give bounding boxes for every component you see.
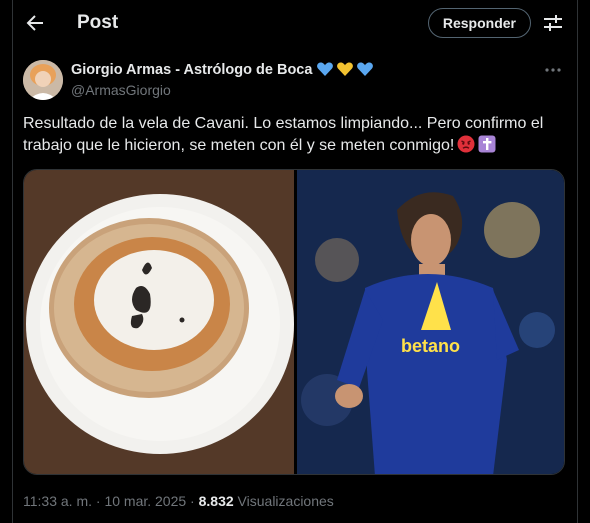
post-media[interactable]: betano <box>23 169 565 475</box>
avatar[interactable] <box>23 60 63 100</box>
post-panel: Post Responder Giorgio Armas - Astrólogo… <box>12 0 578 523</box>
angry-face-icon <box>457 135 475 153</box>
blue-heart-icon <box>317 62 334 76</box>
tune-icon[interactable] <box>541 11 565 35</box>
heart-emojis <box>316 61 374 82</box>
author-name-text[interactable]: Giorgio Armas - Astrólogo de Boca <box>71 62 312 78</box>
post-meta: 11:33 a. m. · 10 mar. 2025 · 8.832 Visua… <box>23 492 334 510</box>
author-name[interactable]: Giorgio Armas - Astrólogo de Boca <box>71 61 374 82</box>
author-handle[interactable]: @ArmasGiorgio <box>71 81 171 99</box>
blue-heart-icon <box>357 62 374 76</box>
page-title: Post <box>77 12 119 33</box>
more-icon[interactable] <box>543 60 563 80</box>
latin-cross-icon <box>478 135 496 153</box>
post-header: Post Responder <box>13 0 577 46</box>
views-count: 8.832 <box>198 493 234 509</box>
cavani-photo[interactable]: betano <box>297 170 565 475</box>
back-arrow-icon[interactable] <box>23 11 47 35</box>
jersey-sponsor-text: betano <box>401 336 460 356</box>
yellow-heart-icon <box>337 62 354 76</box>
post-timestamp[interactable]: 11:33 a. m. · 10 mar. 2025 · <box>23 493 199 509</box>
reply-button[interactable]: Responder <box>427 8 531 38</box>
views-label: Visualizaciones <box>233 493 334 509</box>
candle-plate-photo[interactable] <box>24 170 294 475</box>
post-text: Resultado de la vela de Cavani. Lo estam… <box>23 113 568 157</box>
